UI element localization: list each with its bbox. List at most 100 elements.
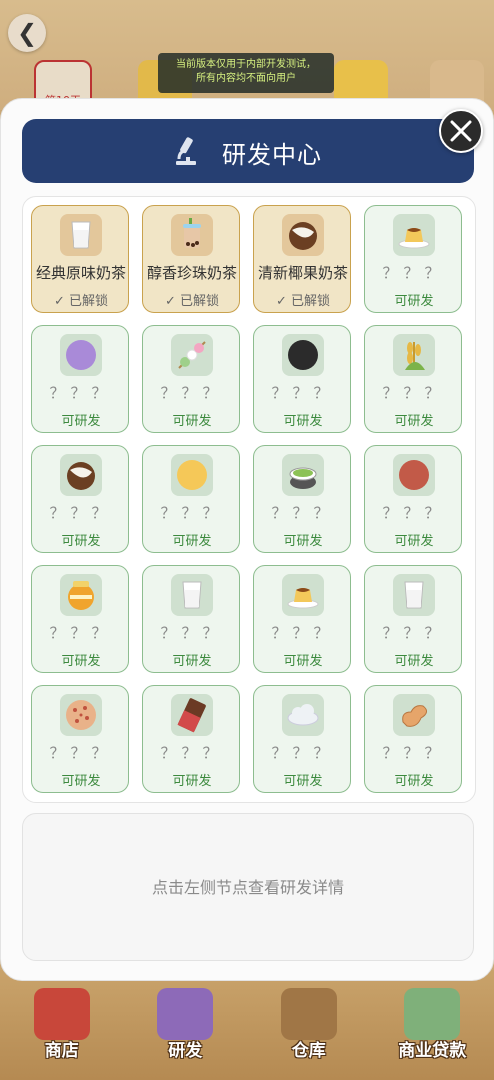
purple-ball-icon — [60, 334, 102, 376]
research-node-status: ✓ 已解锁 — [275, 294, 331, 309]
research-node[interactable]: ？？？ 可研发 — [364, 565, 462, 673]
research-node-name: 清新椰果奶茶 — [257, 264, 348, 282]
research-node-status: 可研发 — [394, 534, 434, 549]
dev-notice-banner: 当前版本仅用于内部开发测试， 所有内容均不面向用户 — [158, 53, 334, 93]
research-node[interactable]: ？？？ 可研发 — [31, 325, 129, 433]
research-node-name: ？？？ — [382, 264, 446, 282]
research-node[interactable]: ？？？ 可研发 — [253, 565, 351, 673]
chocolate-icon — [171, 694, 213, 736]
research-node-name: ？？？ — [160, 384, 224, 402]
research-node[interactable]: ？？？ 可研发 — [142, 445, 240, 553]
nav-research[interactable]: 研发 — [135, 980, 235, 1075]
research-node-name: ？？？ — [271, 624, 335, 642]
research-node-name: ？？？ — [160, 744, 224, 762]
research-node-status: 可研发 — [283, 774, 323, 789]
research-node[interactable]: ？？？ 可研发 — [142, 685, 240, 793]
shop-icon — [33, 988, 90, 1040]
research-node[interactable]: ？？？ 可研发 — [364, 685, 462, 793]
research-node[interactable]: ？？？ 可研发 — [253, 325, 351, 433]
research-node-status: 可研发 — [61, 414, 101, 429]
cloud-cream-icon — [282, 694, 324, 736]
peanut-icon — [393, 694, 435, 736]
research-node[interactable]: ？？？ 可研发 — [142, 565, 240, 673]
nav-shop-label: 商店 — [44, 1041, 79, 1061]
pudding-icon — [282, 574, 324, 616]
research-center-modal: 研发中心 经典原味奶茶 ✓ 已解锁 醇香珍珠奶茶 ✓ 已解锁 清新椰果奶茶 ✓ 已解锁 ？？… — [0, 98, 494, 981]
dango-icon — [171, 334, 213, 376]
modal-header: 研发中心 — [22, 119, 474, 183]
research-node-status: 可研发 — [172, 414, 212, 429]
notice-line-2: 所有内容均不面向用户 — [196, 73, 296, 84]
research-node[interactable]: ？？？ 可研发 — [31, 685, 129, 793]
honey-jar-icon — [60, 574, 102, 616]
research-node-status: 可研发 — [394, 654, 434, 669]
wheat-icon — [393, 334, 435, 376]
yellow-ball-icon — [171, 454, 213, 496]
research-node-status: 可研发 — [61, 654, 101, 669]
nav-loan-label: 商业贷款 — [398, 1041, 467, 1061]
research-node-status: ✓ 已解锁 — [164, 294, 220, 309]
warehouse-icon — [280, 988, 337, 1040]
test-tube-icon — [157, 988, 214, 1040]
research-node-name: ？？？ — [271, 504, 335, 522]
detail-panel: 点击左侧节点查看研发详情 — [22, 813, 474, 961]
research-node-status: 可研发 — [394, 414, 434, 429]
research-node[interactable]: ？？？ 可研发 — [142, 325, 240, 433]
research-node-name: ？？？ — [382, 504, 446, 522]
research-node-name: ？？？ — [382, 384, 446, 402]
black-ball-icon — [282, 334, 324, 376]
research-node[interactable]: ？？？ 可研发 — [364, 445, 462, 553]
milk-glass-icon — [60, 214, 102, 256]
research-node-name: ？？？ — [49, 504, 113, 522]
loan-handshake-icon — [404, 988, 461, 1040]
research-node-status: 可研发 — [172, 654, 212, 669]
bottom-nav: 商店 研发 仓库 商业贷款 — [0, 975, 494, 1075]
research-node-name: ？？？ — [160, 504, 224, 522]
research-node[interactable]: ？？？ 可研发 — [253, 445, 351, 553]
research-node-status: 可研发 — [283, 534, 323, 549]
research-node-name: ？？？ — [49, 744, 113, 762]
research-node[interactable]: ？？？ 可研发 — [31, 565, 129, 673]
research-node[interactable]: ？？？ 可研发 — [31, 445, 129, 553]
research-node-name: ？？？ — [271, 744, 335, 762]
research-node-status: 可研发 — [61, 534, 101, 549]
research-node-name: ？？？ — [49, 624, 113, 642]
research-node-name: 经典原味奶茶 — [35, 264, 126, 282]
chevron-left-icon: ❮ — [16, 19, 38, 47]
coconut-icon — [282, 214, 324, 256]
research-node-name: 醇香珍珠奶茶 — [146, 264, 237, 282]
research-node[interactable]: ？？？ 可研发 — [364, 205, 462, 313]
coconut-icon — [60, 454, 102, 496]
research-node-status: 可研发 — [283, 414, 323, 429]
nav-warehouse[interactable]: 仓库 — [259, 980, 359, 1075]
research-node-status: ✓ 已解锁 — [53, 294, 109, 309]
research-node[interactable]: ？？？ 可研发 — [364, 325, 462, 433]
matcha-icon — [282, 454, 324, 496]
research-node-status: 可研发 — [283, 654, 323, 669]
research-node-name: ？？？ — [382, 624, 446, 642]
research-node-name: ？？？ — [382, 744, 446, 762]
detail-hint-text: 点击左侧节点查看研发详情 — [151, 878, 344, 897]
research-node[interactable]: 醇香珍珠奶茶 ✓ 已解锁 — [142, 205, 240, 313]
research-node-name: ？？？ — [160, 624, 224, 642]
red-ball-icon — [393, 454, 435, 496]
research-node-grid: 经典原味奶茶 ✓ 已解锁 醇香珍珠奶茶 ✓ 已解锁 清新椰果奶茶 ✓ 已解锁？？？ 可研发？… — [22, 196, 476, 803]
research-node[interactable]: 清新椰果奶茶 ✓ 已解锁 — [253, 205, 351, 313]
close-button[interactable] — [439, 109, 483, 153]
nav-research-label: 研发 — [168, 1041, 203, 1061]
modal-title: 研发中心 — [222, 141, 322, 169]
research-node-status: 可研发 — [172, 534, 212, 549]
research-node-name: ？？？ — [49, 384, 113, 402]
nav-shop[interactable]: 商店 — [12, 980, 112, 1075]
microscope-icon — [176, 137, 196, 165]
cookie-icon — [60, 694, 102, 736]
research-node-status: 可研发 — [394, 774, 434, 789]
research-node-status: 可研发 — [61, 774, 101, 789]
research-node-status: 可研发 — [394, 294, 434, 309]
research-node[interactable]: 经典原味奶茶 ✓ 已解锁 — [31, 205, 129, 313]
research-node[interactable]: ？？？ 可研发 — [253, 685, 351, 793]
notice-line-1: 当前版本仅用于内部开发测试， — [176, 59, 316, 70]
nav-loan[interactable]: 商业贷款 — [382, 980, 482, 1075]
back-button[interactable]: ❮ — [8, 14, 46, 52]
bubble-tea-icon — [171, 214, 213, 256]
